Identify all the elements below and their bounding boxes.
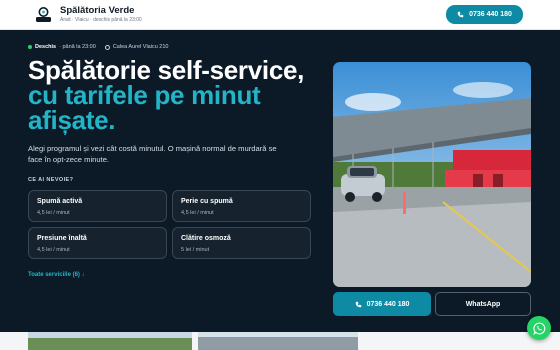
service-name: Clătire osmoză [181, 235, 231, 242]
location-pin-icon[interactable] [35, 6, 52, 23]
map-pin-icon [104, 44, 110, 50]
status-bar: Deschis · până la 23:00 Calea Aurel Vlai… [28, 44, 168, 50]
whatsapp-button[interactable]: WhatsApp [435, 292, 531, 316]
service-price: 4,5 lei / minut [37, 210, 70, 216]
service-price: 4,5 lei / minut [37, 247, 70, 253]
need-label: CE AI NEVOIE? [28, 177, 74, 183]
status-hours: · până la 23:00 [59, 44, 96, 50]
car-wash-photo [333, 62, 531, 287]
all-services-link[interactable]: Toate serviciile (6) ↓ [28, 272, 85, 278]
hero-title: Spălătorie self-service, cu tarifele pe … [28, 57, 328, 135]
whatsapp-float-button[interactable] [527, 316, 551, 340]
address-text[interactable]: Calea Aurel Vlaicu 210 [113, 44, 169, 50]
call-button-label: 0736 440 180 [366, 300, 410, 308]
whatsapp-button-label: WhatsApp [465, 300, 501, 308]
call-button[interactable]: 0736 440 180 [333, 292, 431, 316]
service-card-clatire-osmoza[interactable]: Clătire osmoză 5 lei / minut [172, 227, 311, 259]
service-price: 4,5 lei / minut [181, 210, 214, 216]
site-header: Spălătoria Verde Arad · Vlaicu · deschis… [0, 0, 560, 30]
service-card-presiune-inalta[interactable]: Presiune înaltă 4,5 lei / minut [28, 227, 167, 259]
service-price: 5 lei / minut [181, 247, 210, 253]
phone-icon [355, 301, 361, 307]
service-name: Spumă activă [37, 198, 83, 205]
gallery-thumbnail [198, 332, 358, 350]
service-card-spuma-activa[interactable]: Spumă activă 4,5 lei / minut [28, 190, 167, 222]
gallery-thumbnail [28, 332, 192, 350]
brand-name[interactable]: Spălătoria Verde [60, 5, 134, 16]
whatsapp-icon [532, 322, 545, 335]
header-phone-label: 0736 440 180 [469, 11, 512, 18]
status-dot [28, 45, 32, 49]
brand-subtitle: Arad · Vlaicu · deschis până la 23:00 [60, 17, 142, 23]
hero-title-line3: afișate. [28, 105, 116, 135]
phone-icon [457, 11, 464, 18]
hero-lead: Alegi programul și vezi cât costă minutu… [28, 144, 277, 164]
header-call-button[interactable]: 0736 440 180 [446, 5, 523, 24]
service-card-perie-cu-spuma[interactable]: Perie cu spumă 4,5 lei / minut [172, 190, 311, 222]
service-name: Perie cu spumă [181, 198, 233, 205]
status-open: Deschis [35, 44, 57, 50]
service-name: Presiune înaltă [37, 235, 87, 242]
